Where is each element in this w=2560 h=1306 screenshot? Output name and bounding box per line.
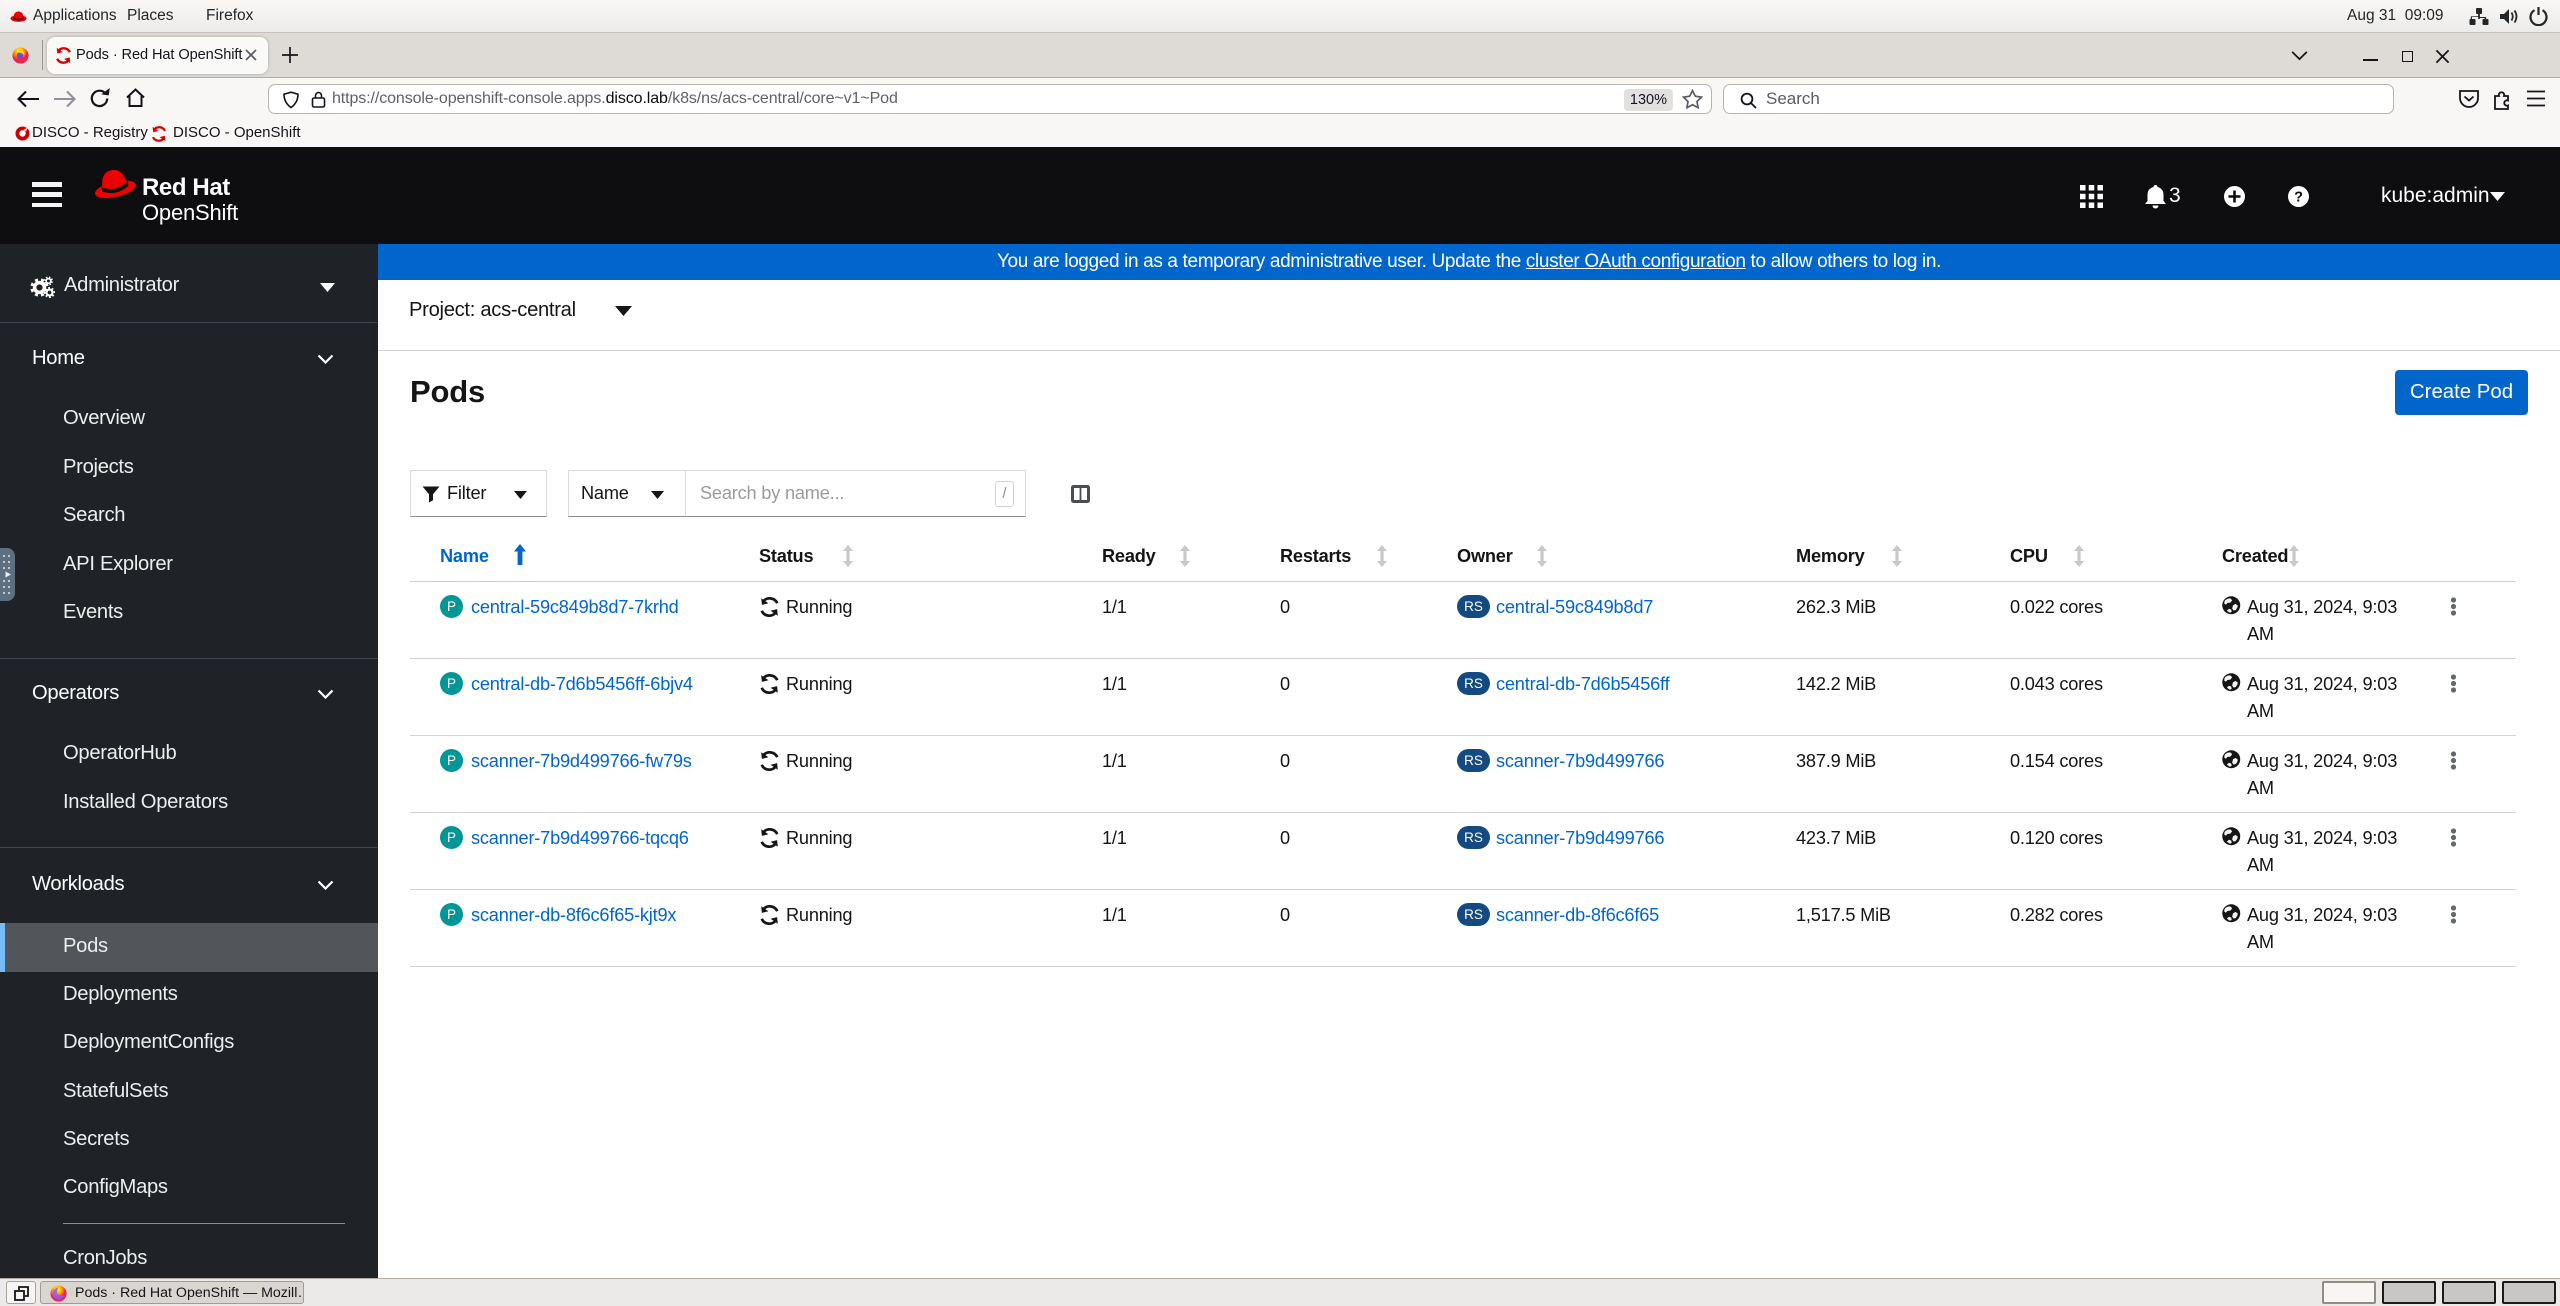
svg-text:?: ? xyxy=(2294,190,2303,206)
